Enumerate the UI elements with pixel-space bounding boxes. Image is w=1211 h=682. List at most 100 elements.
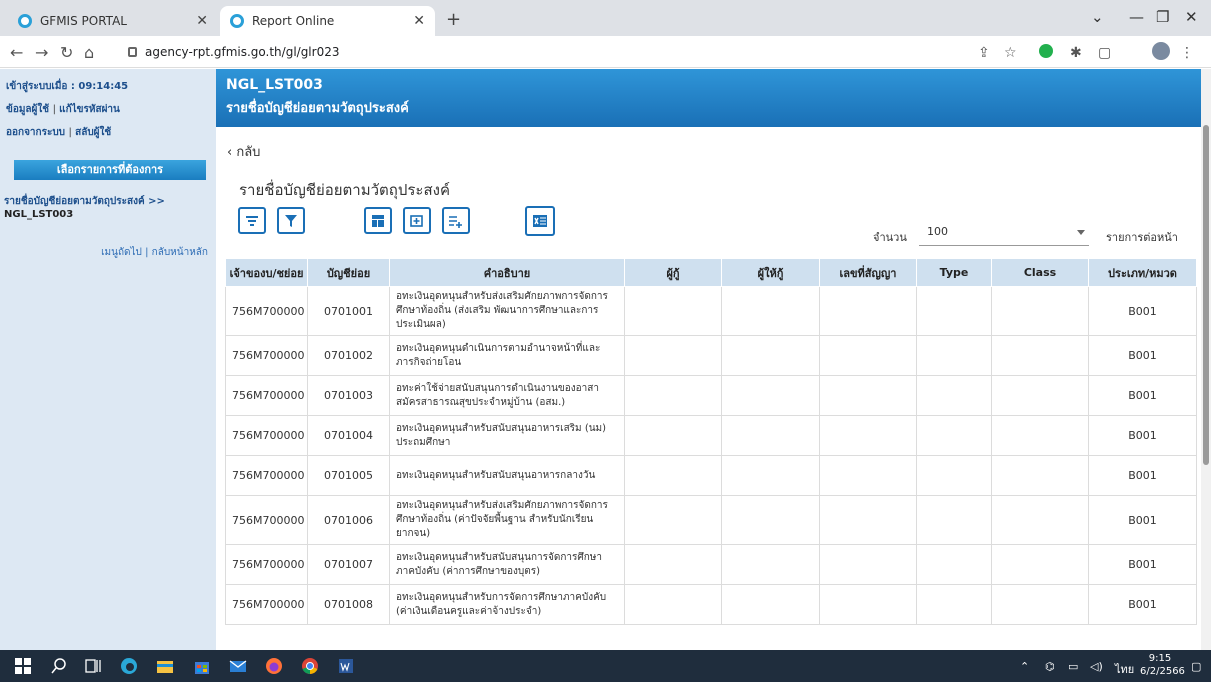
sort-button[interactable] (238, 207, 266, 234)
tray-chevron-up-icon[interactable]: ⌃ (1020, 660, 1029, 673)
new-tab-icon[interactable]: + (446, 9, 461, 30)
taskbar: ⌃ ⌬ ▭ ◁) ไทย ▢ (0, 650, 1211, 682)
cell-contract-no (819, 335, 917, 376)
table-row[interactable]: 756M700000 0701007 อทะเงินอุดหนุนสำหรับสนั… (225, 544, 1197, 585)
star-icon[interactable]: ☆ (1004, 45, 1017, 61)
cell-owner: 756M700000 (225, 375, 308, 416)
col-owner[interactable]: เจ้าของบ/ชย่อย (225, 258, 308, 287)
table-row[interactable]: 756M700000 0701002 อทะเงินอุดหนุนดำเนินการ… (225, 335, 1197, 376)
cell-class (991, 286, 1089, 336)
table-row[interactable]: 756M700000 0701003 อทะค่าใช้จ่ายสนับสนุนกา… (225, 375, 1197, 416)
chevron-down-icon (1077, 230, 1085, 235)
tab-report-online[interactable]: Report Online ✕ (220, 6, 435, 36)
tab-gfmis-portal[interactable]: GFMIS PORTAL ✕ (8, 6, 218, 36)
cell-subaccount: 0701001 (307, 286, 390, 336)
page-size-select[interactable]: 100 (919, 220, 1089, 246)
display-icon[interactable]: ▭ (1068, 660, 1078, 673)
search-icon[interactable] (50, 657, 68, 675)
close-icon[interactable]: ✕ (196, 13, 208, 29)
network-icon[interactable]: ⌬ (1045, 660, 1055, 673)
cell-contract-no (819, 455, 917, 496)
chevron-down-icon[interactable]: ⌄ (1091, 8, 1104, 26)
col-category[interactable]: ประเภท/หมวด (1088, 258, 1197, 287)
table-row[interactable]: 756M700000 0701004 อทะเงินอุดหนุนสำหรับสนั… (225, 415, 1197, 456)
file-explorer-icon[interactable] (156, 657, 174, 675)
change-password-link[interactable]: แก้ไขรหัสผ่าน (59, 104, 120, 115)
menu-icon[interactable]: ⋮ (1180, 45, 1194, 61)
minimize-icon[interactable]: — (1129, 8, 1144, 26)
col-borrower[interactable]: ผู้กู้ (624, 258, 722, 287)
url-field[interactable]: agency-rpt.gfmis.go.th/gl/glr023 (128, 41, 963, 63)
report-subtitle: รายชื่อบัญชีย่อยตามวัตถุประสงค์ (226, 101, 409, 116)
col-contract-no[interactable]: เลขที่สัญญา (819, 258, 917, 287)
cell-subaccount: 0701003 (307, 375, 390, 416)
main-page-link[interactable]: กลับหน้าหลัก (152, 247, 208, 258)
mail-icon[interactable] (229, 657, 247, 675)
login-time: เข้าสู่ระบบเมื่อ : 09:14:45 (6, 81, 129, 92)
col-class[interactable]: Class (991, 258, 1089, 287)
table-row[interactable]: 756M700000 0701008 อทะเงินอุดหนุนสำหรับการ… (225, 584, 1197, 625)
task-view-icon[interactable] (84, 657, 102, 675)
cell-subaccount: 0701005 (307, 455, 390, 496)
col-description[interactable]: คำอธิบาย (389, 258, 625, 287)
session-links: ออกจากระบบ | สลับผู้ใช้ (6, 125, 111, 140)
add-column-button[interactable] (403, 207, 431, 234)
reload-icon[interactable]: ↻ (60, 43, 73, 62)
language-indicator[interactable]: ไทย (1115, 660, 1134, 678)
user-info-link[interactable]: ข้อมูลผู้ใช้ (6, 104, 49, 115)
cell-description: อทะเงินอุดหนุนสำหรับสนับสนุนอาหารกลางวัน (389, 455, 625, 496)
sort-lines-icon (246, 215, 258, 226)
volume-icon[interactable]: ◁) (1090, 660, 1103, 673)
cell-owner: 756M700000 (225, 495, 308, 545)
switch-user-link[interactable]: สลับผู้ใช้ (75, 127, 111, 138)
share-icon[interactable]: ⇪ (978, 45, 990, 61)
forward-arrow-icon[interactable]: → (35, 43, 48, 62)
address-bar: ← → ↻ ⌂ agency-rpt.gfmis.go.th/gl/glr023… (0, 36, 1211, 68)
cell-subaccount: 0701007 (307, 544, 390, 585)
breadcrumb-link[interactable]: รายชื่อบัญชีย่อยตามวัตถุประสงค์ >> (0, 194, 216, 209)
window-close-icon[interactable]: ✕ (1185, 8, 1198, 26)
browser-tab-bar: GFMIS PORTAL ✕ Report Online ✕ + ⌄ — ❐ ✕ (0, 0, 1211, 36)
sidebar-icon[interactable]: ▢ (1098, 45, 1111, 61)
col-lender[interactable]: ผู้ให้กู้ (721, 258, 820, 287)
restore-icon[interactable]: ❐ (1156, 8, 1169, 26)
left-sidebar: เข้าสู่ระบบเมื่อ : 09:14:45 ข้อมูลผู้ใช้… (0, 69, 216, 650)
table-row[interactable]: 756M700000 0701005 อทะเงินอุดหนุนสำหรับสนั… (225, 455, 1197, 496)
chrome-icon[interactable] (301, 657, 319, 675)
back-link[interactable]: ‹ กลับ (227, 141, 260, 162)
col-subaccount[interactable]: บัญชีย่อย (307, 258, 390, 287)
taskbar-clock[interactable]: 9:15 6/2/2566 (1140, 652, 1185, 678)
add-row-button[interactable] (442, 207, 470, 234)
cell-description: อทะเงินอุดหนุนสำหรับการจัดการศึกษาภาคบัง… (389, 584, 625, 625)
cell-borrower (624, 375, 722, 416)
cell-class (991, 375, 1089, 416)
notification-icon[interactable]: ▢ (1191, 660, 1201, 673)
col-type[interactable]: Type (916, 258, 992, 287)
list-add-icon (449, 215, 462, 228)
cell-lender (721, 455, 820, 496)
extension-icon[interactable] (1039, 44, 1053, 58)
puzzle-icon[interactable]: ✱ (1070, 45, 1082, 61)
word-icon[interactable] (337, 657, 355, 675)
table-row[interactable]: 756M700000 0701001 อทะเงินอุดหนุนสำหรับส่ง… (225, 286, 1197, 336)
close-icon[interactable]: ✕ (413, 13, 425, 29)
firefox-icon[interactable] (265, 657, 283, 675)
logout-link[interactable]: ออกจากระบบ (6, 127, 65, 138)
home-icon[interactable]: ⌂ (84, 43, 94, 62)
page-title: รายชื่อบัญชีย่อยตามวัตถุประสงค์ (239, 181, 450, 199)
table-row[interactable]: 756M700000 0701006 อทะเงินอุดหนุนสำหรับส่ง… (225, 495, 1197, 545)
excel-export-button[interactable] (525, 206, 555, 236)
back-arrow-icon[interactable]: ← (10, 43, 23, 62)
filter-button[interactable] (277, 207, 305, 234)
next-menu-link[interactable]: เมนูถัดไป (101, 247, 142, 258)
cell-type (916, 286, 992, 336)
select-item-header: เลือกรายการที่ต้องการ (14, 160, 206, 180)
cell-contract-no (819, 286, 917, 336)
avatar[interactable] (1152, 42, 1170, 60)
layout-button[interactable] (364, 207, 392, 234)
scrollbar-thumb[interactable] (1203, 125, 1209, 465)
windows-start-icon[interactable] (14, 657, 32, 675)
store-icon[interactable] (193, 657, 211, 675)
edge-icon[interactable] (120, 657, 138, 675)
cell-subaccount: 0701002 (307, 335, 390, 376)
